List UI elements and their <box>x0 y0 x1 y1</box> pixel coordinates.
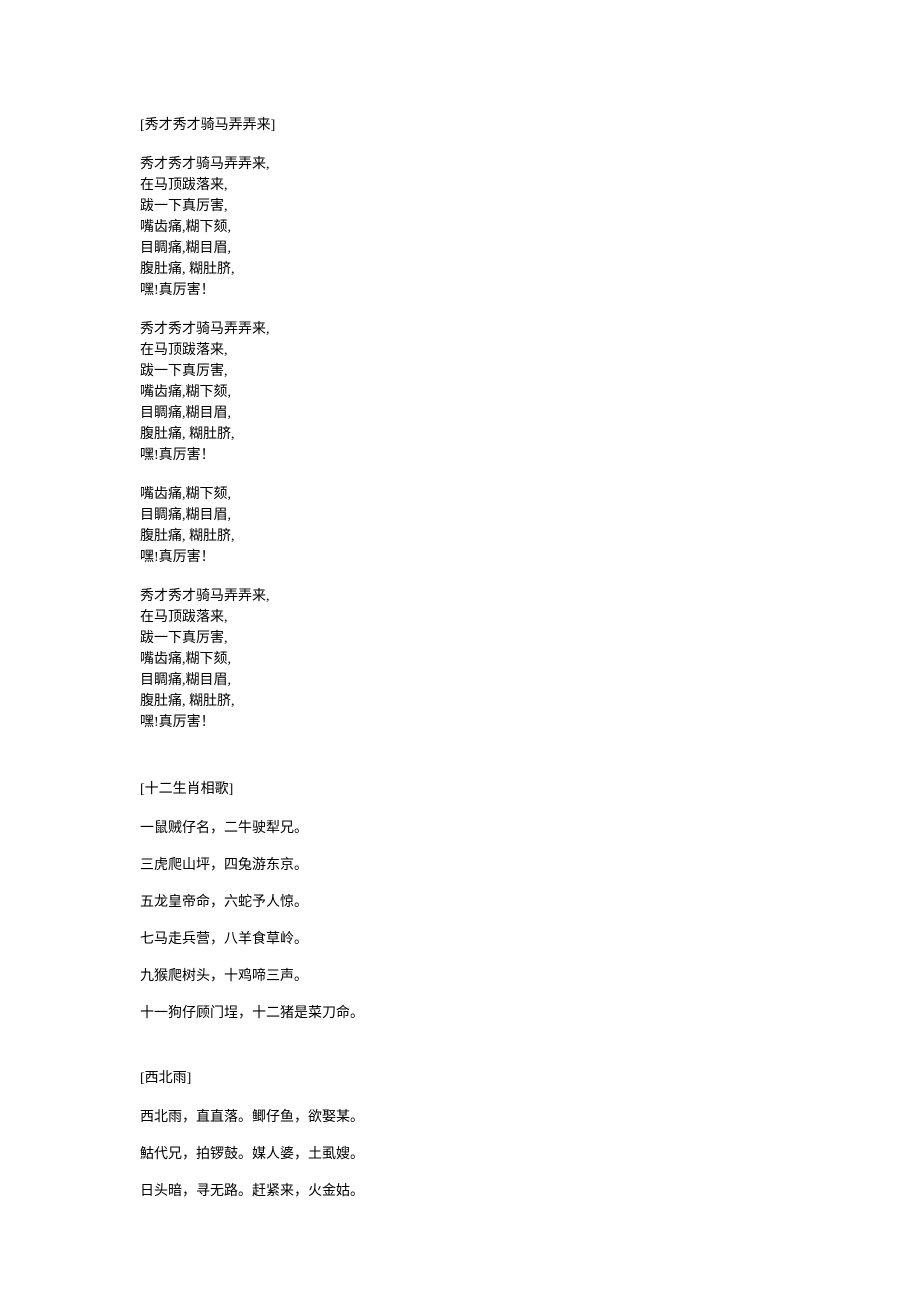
song-title: [十二生肖相歌] <box>140 779 780 800</box>
lyric-line: 目睭痛,糊目眉, <box>140 238 780 259</box>
lyric-line: 嘴齿痛,糊下颏, <box>140 484 780 505</box>
lyric-line: 嘴齿痛,糊下颏, <box>140 382 780 403</box>
lyric-line: 七马走兵营，八羊食草岭。 <box>140 929 780 950</box>
stanza: 秀才秀才骑马弄弄来, 在马顶跋落来, 跋一下真厉害, 嘴齿痛,糊下颏, 目睭痛,… <box>140 586 780 733</box>
stanza: 秀才秀才骑马弄弄来, 在马顶跋落来, 跋一下真厉害, 嘴齿痛,糊下颏, 目睭痛,… <box>140 319 780 466</box>
lyric-line: 跋一下真厉害, <box>140 628 780 649</box>
lyric-line: 鮕代兄，拍锣鼓。媒人婆，土虱嫂。 <box>140 1144 780 1165</box>
lyric-line: 三虎爬山坪，四兔游东京。 <box>140 855 780 876</box>
lyric-line: 在马顶跋落来, <box>140 340 780 361</box>
lyric-line: 嘿!真厉害！ <box>140 280 780 301</box>
lyric-line: 九猴爬树头，十鸡啼三声。 <box>140 966 780 987</box>
document-page: [秀才秀才骑马弄弄来] 秀才秀才骑马弄弄来, 在马顶跋落来, 跋一下真厉害, 嘴… <box>0 0 920 1302</box>
lyric-line: 在马顶跋落来, <box>140 175 780 196</box>
stanza: 嘴齿痛,糊下颏, 目睭痛,糊目眉, 腹肚痛, 糊肚脐, 嘿!真厉害！ <box>140 484 780 568</box>
lyric-line: 腹肚痛, 糊肚脐, <box>140 259 780 280</box>
lyric-line: 嘿!真厉害！ <box>140 547 780 568</box>
lyric-line: 目睭痛,糊目眉, <box>140 670 780 691</box>
lyric-line: 腹肚痛, 糊肚脐, <box>140 424 780 445</box>
lyric-line: 五龙皇帝命，六蛇予人惊。 <box>140 892 780 913</box>
lyric-line: 一鼠贼仔名，二牛驶犁兄。 <box>140 818 780 839</box>
lyric-line: 腹肚痛, 糊肚脐, <box>140 526 780 547</box>
lyric-line: 西北雨，直直落。鲫仔鱼，欲娶某。 <box>140 1107 780 1128</box>
song-title: [西北雨] <box>140 1068 780 1089</box>
lyric-line: 目睭痛,糊目眉, <box>140 505 780 526</box>
lyric-line: 嘴齿痛,糊下颏, <box>140 217 780 238</box>
lyric-line: 跋一下真厉害, <box>140 196 780 217</box>
stanza: 秀才秀才骑马弄弄来, 在马顶跋落来, 跋一下真厉害, 嘴齿痛,糊下颏, 目睭痛,… <box>140 154 780 301</box>
lyric-line: 目睭痛,糊目眉, <box>140 403 780 424</box>
lyric-line: 在马顶跋落来, <box>140 607 780 628</box>
lyric-line: 十一狗仔顾门埕，十二猪是菜刀命。 <box>140 1003 780 1024</box>
lyric-line: 日头暗，寻无路。赶紧来，火金姑。 <box>140 1181 780 1202</box>
lyric-line: 秀才秀才骑马弄弄来, <box>140 154 780 175</box>
lyric-line: 嘴齿痛,糊下颏, <box>140 649 780 670</box>
lyric-line: 跋一下真厉害, <box>140 361 780 382</box>
lyric-line: 嘿!真厉害！ <box>140 712 780 733</box>
section-spacer <box>140 751 780 779</box>
song-title: [秀才秀才骑马弄弄来] <box>140 115 780 136</box>
lyric-line: 腹肚痛, 糊肚脐, <box>140 691 780 712</box>
lyric-line: 嘿!真厉害！ <box>140 445 780 466</box>
lyric-line: 秀才秀才骑马弄弄来, <box>140 586 780 607</box>
section-spacer <box>140 1040 780 1068</box>
lyric-line: 秀才秀才骑马弄弄来, <box>140 319 780 340</box>
